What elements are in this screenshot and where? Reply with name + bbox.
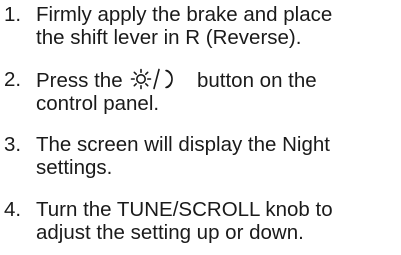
step-line: Firmly apply the brake and place — [36, 3, 333, 26]
step-line: Turn the TUNE/SCROLL knob to — [36, 198, 333, 221]
step-line: control panel. — [36, 92, 160, 115]
step-line: settings. — [36, 156, 113, 179]
step-text: Turn the TUNE/SCROLL knob to adjust the … — [36, 198, 398, 244]
step-text: The screen will display the Night settin… — [36, 133, 398, 179]
step-number: 1. — [4, 3, 22, 26]
step-text: Press the button on the control panel. — [36, 68, 398, 115]
step-number: 4. — [4, 198, 22, 221]
instruction-steps: 1. Firmly apply the brake and place the … — [0, 0, 401, 255]
step-number: 3. — [4, 133, 22, 156]
step-text-after-icon: button on the — [191, 69, 317, 92]
step-line: adjust the setting up or down. — [36, 221, 304, 244]
sun-moon-icon — [130, 68, 190, 90]
step-text-before-icon: Press the — [36, 69, 129, 92]
step-line: Press the button on the — [36, 68, 398, 92]
step-number: 2. — [4, 68, 22, 91]
step-line: the shift lever in R (Reverse). — [36, 26, 302, 49]
step-line: The screen will display the Night — [36, 133, 330, 156]
step-text: Firmly apply the brake and place the shi… — [36, 3, 398, 49]
